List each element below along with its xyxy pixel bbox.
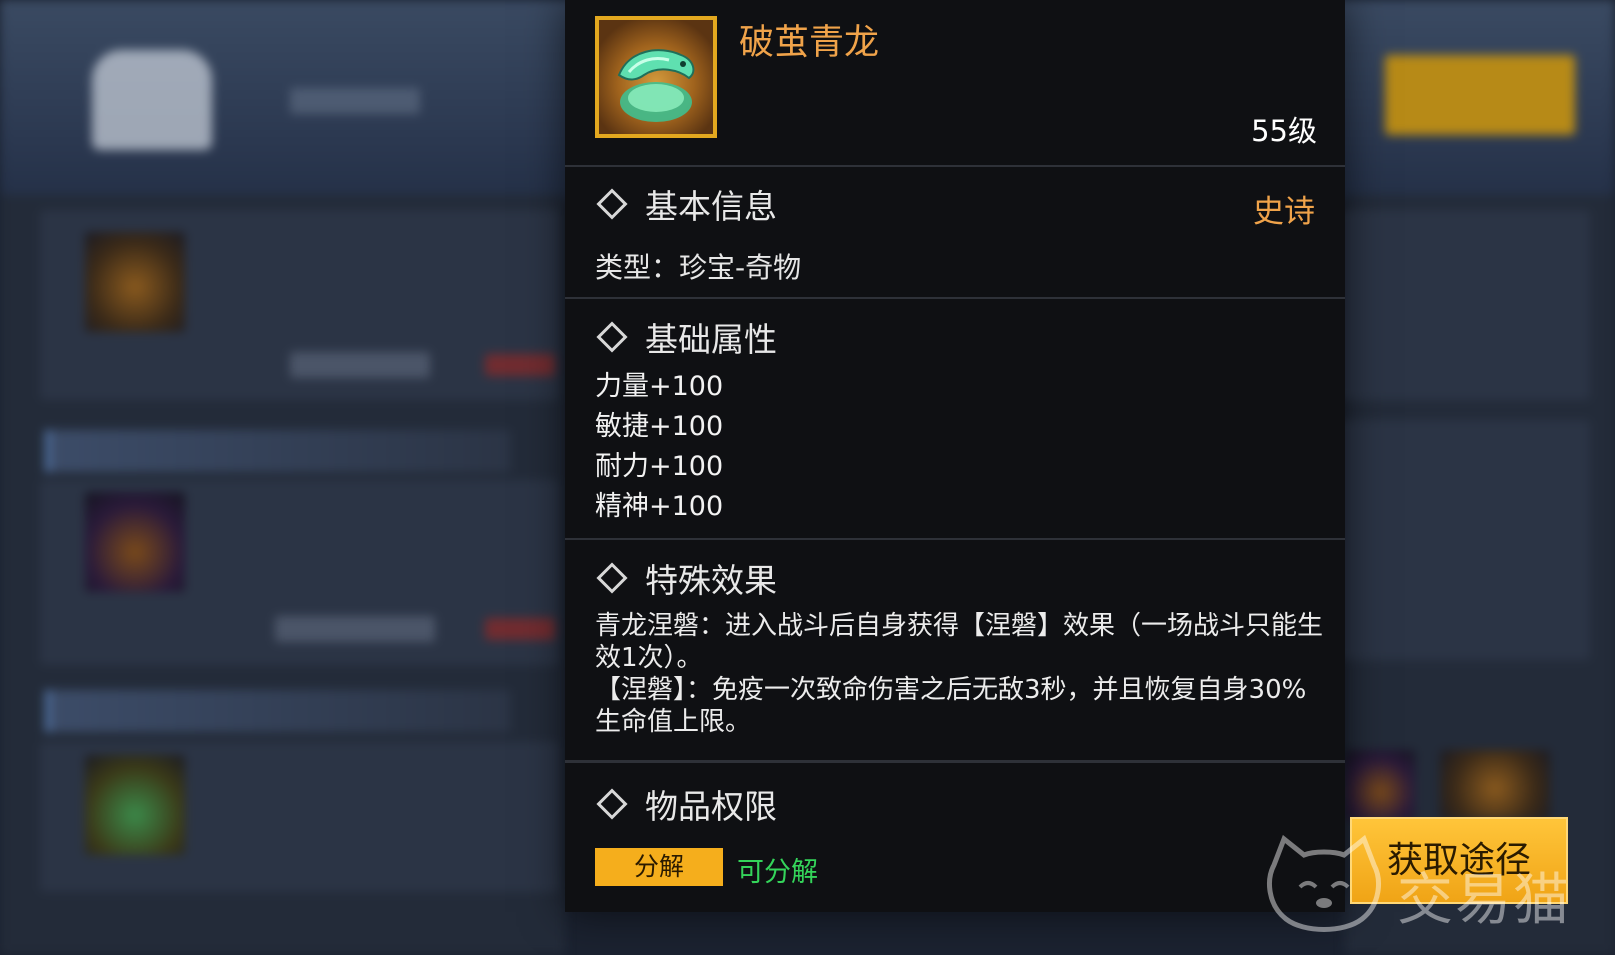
permissions-title: 物品权限 <box>645 787 777 826</box>
background-card <box>1340 210 1590 400</box>
special-effect-description: 青龙涅磐：进入战斗后自身获得【涅磐】效果（一场战斗只能生效1次）。 <box>595 611 1324 673</box>
basic-info-title: 基本信息 <box>645 187 777 226</box>
attribute-agility: 敏捷+100 <box>595 411 724 442</box>
background-avatar <box>92 50 212 150</box>
special-effect-detail: 【涅磐】：免疫一次致命伤害之后无敌3秒，并且恢复自身30%生命值上限。 <box>595 675 1307 737</box>
attribute-strength: 力量+100 <box>595 371 724 402</box>
background-button <box>1385 55 1575 135</box>
base-attributes-title: 基础属性 <box>645 320 777 359</box>
diamond-icon <box>596 321 628 353</box>
attribute-spirit: 精神+100 <box>595 491 724 522</box>
special-effect-header: 特殊效果 <box>595 554 777 602</box>
background-label <box>275 616 435 642</box>
item-tooltip-panel: 破茧青龙 55级 基本信息 史诗 类型：珍宝-奇物 基础属性 力量+100 敏捷… <box>565 0 1345 912</box>
background-section-strip <box>45 430 511 472</box>
background-label <box>290 88 420 114</box>
rarity-label: 史诗 <box>1253 194 1315 230</box>
background-thumbnail <box>1345 750 1415 820</box>
background-red-tag <box>485 618 555 640</box>
section-divider <box>565 538 1345 540</box>
background-red-tag <box>485 354 555 376</box>
attribute-stamina: 耐力+100 <box>595 451 724 482</box>
item-icon-frame <box>595 16 717 138</box>
decompose-tag: 分解 <box>595 848 723 886</box>
background-thumbnail <box>1440 750 1550 820</box>
special-effect-title: 特殊效果 <box>645 561 777 600</box>
diamond-icon <box>596 562 628 594</box>
diamond-icon <box>596 188 628 220</box>
get-path-button[interactable]: 获取途径 <box>1350 817 1568 904</box>
section-divider <box>565 760 1345 763</box>
background-section-strip <box>45 690 511 732</box>
background-thumbnail <box>85 492 185 592</box>
item-level: 55级 <box>1251 114 1317 148</box>
background-label <box>290 352 430 378</box>
permissions-header: 物品权限 <box>595 780 777 828</box>
jade-dragon-icon <box>617 49 695 122</box>
background-thumbnail <box>85 232 185 332</box>
item-type-line: 类型：珍宝-奇物 <box>595 251 802 284</box>
item-name: 破茧青龙 <box>739 23 880 63</box>
section-divider <box>565 297 1345 299</box>
background-thumbnail <box>85 755 185 855</box>
base-attributes-header: 基础属性 <box>595 313 777 361</box>
diamond-icon <box>596 788 628 820</box>
decomposable-status: 可分解 <box>737 857 818 888</box>
basic-info-header: 基本信息 <box>595 180 777 228</box>
background-card <box>1340 420 1590 660</box>
section-divider <box>565 165 1345 167</box>
